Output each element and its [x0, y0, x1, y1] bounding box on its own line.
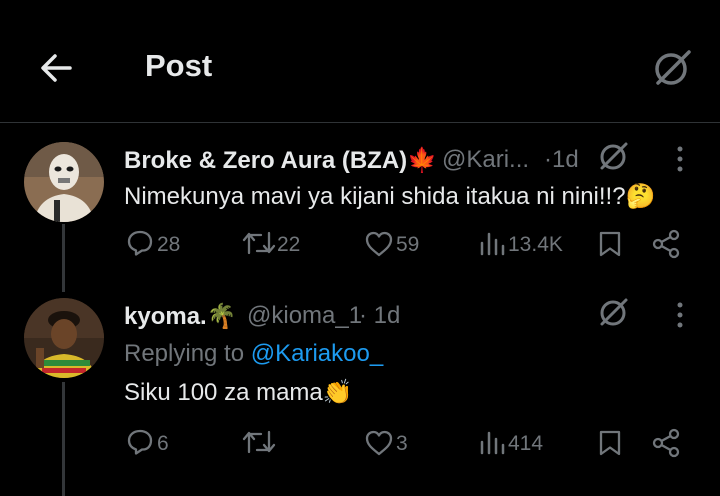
author-handle[interactable]: @Kari... — [442, 146, 529, 174]
reply-count: 28 — [157, 233, 181, 256]
post-time[interactable]: ·1d — [544, 146, 579, 174]
more-dots-icon[interactable] — [675, 300, 685, 330]
avatar[interactable] — [24, 298, 104, 378]
arrow-left-icon[interactable] — [36, 48, 76, 88]
repost-icon[interactable] — [242, 229, 276, 257]
avatar[interactable] — [24, 142, 104, 222]
bookmark-icon[interactable] — [598, 429, 622, 457]
share-icon[interactable] — [651, 229, 681, 259]
emoji: 🌴 — [206, 303, 237, 330]
heart-icon[interactable] — [364, 230, 394, 258]
reply-count: 6 — [157, 432, 169, 455]
avatar-image — [24, 298, 104, 378]
grok-icon[interactable] — [648, 44, 696, 92]
grok-icon[interactable] — [596, 138, 632, 174]
post-time[interactable]: · 1d — [359, 302, 400, 330]
emoji: 🍁 — [407, 147, 438, 174]
views-icon[interactable] — [479, 231, 505, 257]
views-icon[interactable] — [479, 430, 505, 456]
avatar-image — [24, 142, 104, 222]
heart-icon[interactable] — [364, 429, 394, 457]
top-bar: Post — [0, 0, 720, 123]
emoji: 🤔 — [625, 183, 656, 210]
view-count: 414 — [508, 432, 544, 455]
reply-icon[interactable] — [126, 229, 154, 257]
view-count: 13.4K — [508, 233, 563, 256]
bookmark-icon[interactable] — [598, 230, 622, 258]
like-count: 3 — [396, 432, 408, 455]
emoji: 👏 — [322, 379, 353, 406]
page-title: Post — [145, 48, 213, 83]
reply-icon[interactable] — [126, 428, 154, 456]
replying-to: Replying to @Kariakoo_ — [124, 340, 384, 367]
author-name[interactable]: Broke & Zero Aura (BZA)🍁 — [124, 146, 437, 175]
like-count: 59 — [396, 233, 420, 256]
grok-icon[interactable] — [596, 294, 632, 330]
share-icon[interactable] — [651, 428, 681, 458]
replying-to-handle[interactable]: @Kariakoo_ — [251, 340, 383, 367]
repost-icon[interactable] — [242, 428, 276, 456]
thread-line — [62, 382, 65, 496]
thread-line — [62, 224, 65, 292]
author-handle[interactable]: @kioma_1 — [247, 302, 362, 330]
repost-count: 22 — [277, 233, 301, 256]
author-name[interactable]: kyoma.🌴 — [124, 302, 237, 331]
post-text: Siku 100 za mama👏 — [124, 379, 353, 406]
post-text: Nimekunya mavi ya kijani shida itakua ni… — [124, 183, 656, 210]
more-dots-icon[interactable] — [675, 144, 685, 174]
